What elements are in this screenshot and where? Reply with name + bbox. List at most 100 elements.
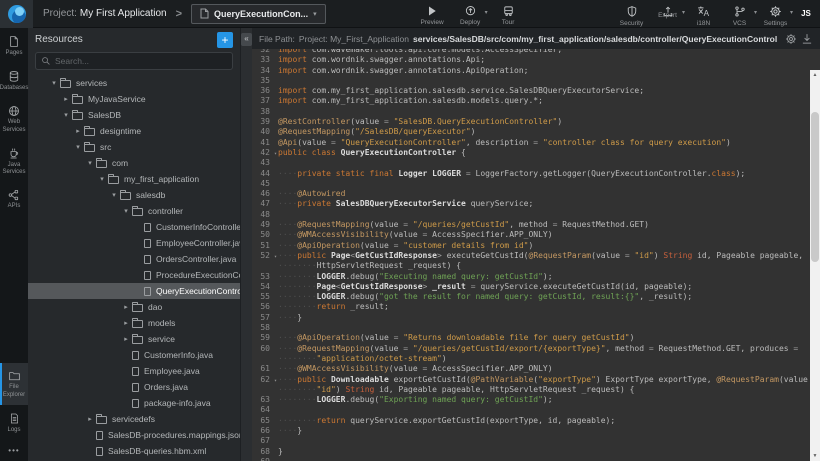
line-number: 39 xyxy=(252,117,270,127)
code-line xyxy=(278,436,820,446)
line-number: 43 xyxy=(252,158,270,168)
tree-row[interactable]: Employee.java xyxy=(28,363,240,379)
editor-code[interactable]: import com.wavemaker.tools.api.core.mode… xyxy=(278,49,820,461)
tree-caret-icon[interactable]: ▸ xyxy=(120,335,132,343)
tree-label: com xyxy=(112,158,128,168)
user-avatar[interactable]: JS xyxy=(797,5,815,23)
deploy-button[interactable]: Deploy ▾ xyxy=(456,1,485,26)
tree-row[interactable]: ▾ com xyxy=(28,155,240,171)
line-number: 46 xyxy=(252,189,270,199)
tree-row[interactable]: ProcedureExecutionController.java xyxy=(28,267,240,283)
app-logo[interactable] xyxy=(0,0,33,28)
file-icon xyxy=(132,383,139,392)
rail-item-file-explorer[interactable]: File Explorer xyxy=(0,363,28,404)
tree-caret-icon[interactable]: ▾ xyxy=(60,111,72,119)
tree-caret-icon[interactable]: ▸ xyxy=(72,127,84,135)
tree-label: service xyxy=(148,334,175,344)
rail-item-web-services[interactable]: Web Services xyxy=(0,98,28,139)
line-number: 38 xyxy=(252,107,270,117)
tree-label: SalesDB-procedures.mappings.json xyxy=(108,430,240,440)
line-number: 62▾ xyxy=(252,375,270,385)
more-options-icon[interactable]: ••• xyxy=(0,440,28,461)
tree-row[interactable]: OrdersController.java xyxy=(28,251,240,267)
tree-label: OrdersController.java xyxy=(156,254,236,264)
editor-scrollbar[interactable]: ▲ ▼ xyxy=(810,70,820,461)
globe-icon xyxy=(8,105,20,117)
search-box xyxy=(35,52,233,70)
tree-row[interactable]: ▸designtime xyxy=(28,123,240,139)
tree-row[interactable]: ▸MyJavaService xyxy=(28,91,240,107)
rail-item-databases[interactable]: Databases xyxy=(0,63,28,98)
folder-icon xyxy=(132,208,143,216)
breadcrumb-chevron-icon: > xyxy=(176,8,182,20)
tree-caret-icon[interactable]: ▸ xyxy=(84,415,96,423)
fold-icon[interactable]: ▾ xyxy=(274,376,277,386)
tree-row[interactable]: ▸dao xyxy=(28,299,240,315)
tree-caret-icon[interactable]: ▾ xyxy=(72,143,84,151)
fold-icon[interactable]: ▾ xyxy=(274,149,277,159)
code-line: ····public Downloadable exportGetCustId(… xyxy=(278,375,820,385)
tree-caret-icon[interactable]: ▸ xyxy=(120,319,132,327)
code-line: ····@Autowired xyxy=(278,189,820,199)
tree-label: package-info.java xyxy=(144,398,211,408)
tree-row[interactable]: ▾my_first_application xyxy=(28,171,240,187)
tour-button[interactable]: Tour xyxy=(494,1,523,26)
line-number: 59 xyxy=(252,333,270,343)
panel-divider[interactable]: « xyxy=(240,28,252,461)
tree-row[interactable]: ▾salesdb xyxy=(28,187,240,203)
tree-row[interactable]: ▸models xyxy=(28,315,240,331)
tree-row[interactable]: SalesDB-queries.hbm.xml xyxy=(28,443,240,459)
chevron-down-icon: ▾ xyxy=(485,9,488,16)
tree-caret-icon[interactable]: ▾ xyxy=(96,175,108,183)
scroll-down-icon[interactable]: ▼ xyxy=(810,451,820,461)
scroll-up-icon[interactable]: ▲ xyxy=(810,70,820,80)
settings-button[interactable]: Settings ▾ xyxy=(761,1,790,27)
rail-spacer xyxy=(0,216,28,363)
tree-caret-icon[interactable]: ▾ xyxy=(120,207,132,215)
tree-row[interactable]: ▾SalesDB xyxy=(28,107,240,123)
rail-item-logs[interactable]: Logs xyxy=(0,405,28,440)
search-input[interactable] xyxy=(55,56,227,66)
resource-tree: ▾services▸MyJavaService▾SalesDB▸designti… xyxy=(28,75,240,461)
tree-row[interactable]: package-info.java xyxy=(28,395,240,411)
fold-icon[interactable]: ▾ xyxy=(274,252,277,262)
tree-row[interactable]: ▾controller xyxy=(28,203,240,219)
editor-settings-gear-icon[interactable] xyxy=(785,33,797,45)
tree-caret-icon[interactable]: ▾ xyxy=(48,79,60,87)
folder-icon xyxy=(132,320,143,328)
preview-button[interactable]: Preview xyxy=(418,1,447,26)
tree-row[interactable]: ▾src xyxy=(28,139,240,155)
collapse-panel-icon[interactable]: « xyxy=(241,33,252,46)
tree-row[interactable]: EmployeeController.java xyxy=(28,235,240,251)
download-icon[interactable] xyxy=(801,33,813,45)
tree-row[interactable]: ▸ service xyxy=(28,331,240,347)
folder-icon xyxy=(132,336,143,344)
bus-icon xyxy=(502,5,515,17)
tree-row[interactable]: ▾services xyxy=(28,75,240,91)
tree-row[interactable]: Orders.java xyxy=(28,379,240,395)
tree-caret-icon[interactable]: ▾ xyxy=(84,159,96,167)
rail-item-apis[interactable]: APIs xyxy=(0,182,28,216)
file-dropdown[interactable]: QueryExecutionCon... ▾ xyxy=(191,4,326,24)
rail-item-java-services[interactable]: Java Services xyxy=(0,140,28,182)
tree-row[interactable]: CustomerInfoController.java xyxy=(28,219,240,235)
folder-icon xyxy=(120,192,131,200)
add-resource-button[interactable]: + xyxy=(217,32,233,48)
security-button[interactable]: Security xyxy=(617,1,646,27)
tree-caret-icon[interactable]: ▾ xyxy=(108,191,120,199)
left-icon-rail: Pages Databases Web Services Java Servic… xyxy=(0,28,28,461)
tree-row[interactable]: SalesDB-procedures.mappings.json xyxy=(28,427,240,443)
database-icon xyxy=(8,70,20,83)
code-line: ····@ApiOperation(value = "customer deta… xyxy=(278,241,820,251)
scrollbar-thumb[interactable] xyxy=(811,112,819,262)
vcs-button[interactable]: VCS ▾ xyxy=(725,1,754,27)
rail-item-pages[interactable]: Pages xyxy=(0,28,28,63)
tree-row[interactable]: ▸servicedefs xyxy=(28,411,240,427)
export-button[interactable]: Export ▾ xyxy=(653,1,682,19)
tree-row[interactable]: CustomerInfo.java xyxy=(28,347,240,363)
i18n-button[interactable]: A i18N xyxy=(689,1,718,27)
tree-caret-icon[interactable]: ▸ xyxy=(60,95,72,103)
tree-caret-icon[interactable]: ▸ xyxy=(120,303,132,311)
tree-row[interactable]: QueryExecutionController.java xyxy=(28,283,240,299)
code-area[interactable]: 3233343536373839404142▾43444546474849505… xyxy=(252,49,820,461)
